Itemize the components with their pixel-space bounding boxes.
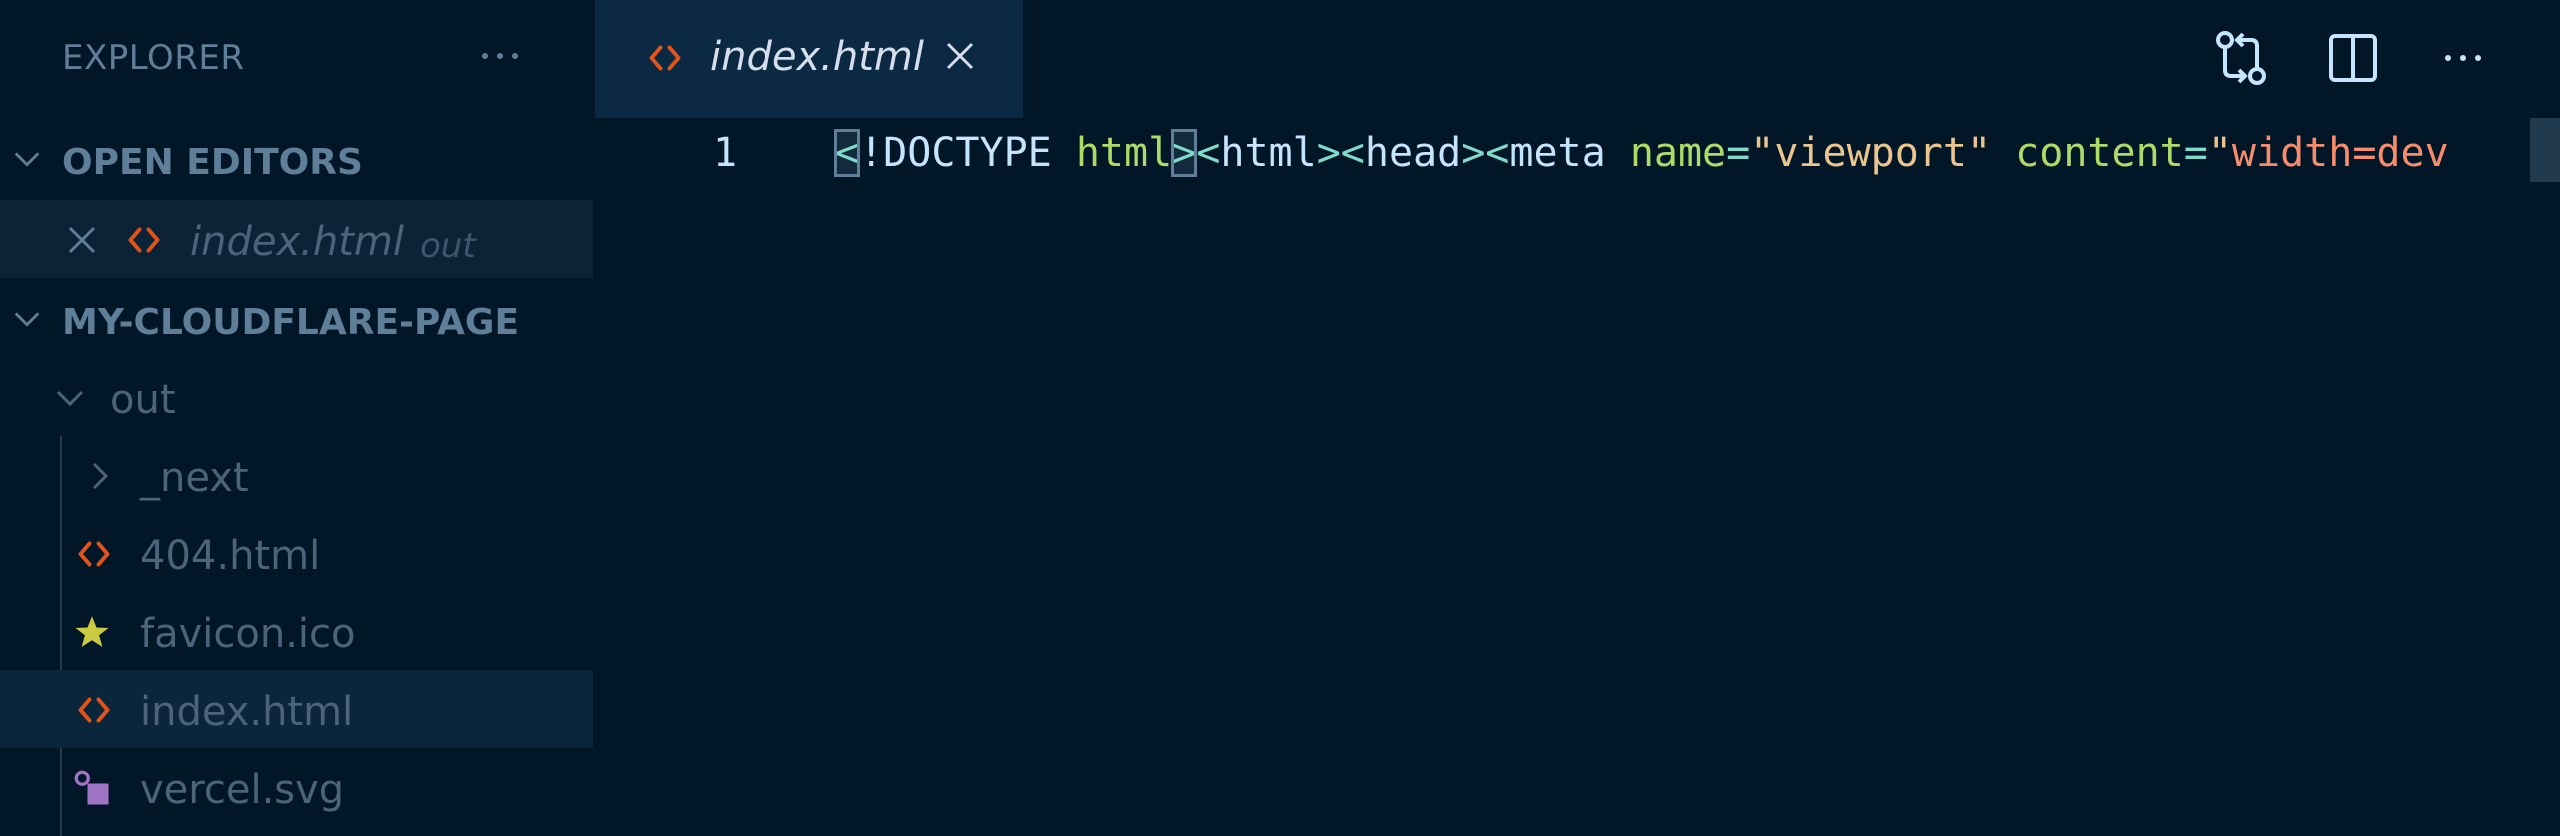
explorer-sidebar: EXPLORER OPEN EDITORS index.html out MY-… [0, 0, 593, 836]
ellipsis-icon[interactable] [2431, 26, 2495, 90]
code-token: > [1461, 130, 1486, 176]
tab-index-html[interactable]: index.html [595, 0, 1023, 118]
chevron-down-icon [14, 152, 40, 167]
code-token: name [1629, 130, 1727, 176]
open-editors-label: OPEN EDITORS [62, 142, 363, 183]
tree-item-label: vercel.svg [140, 767, 345, 813]
open-editor-description: out [420, 226, 476, 266]
project-label: MY-CLOUDFLARE-PAGE [62, 302, 520, 343]
close-icon[interactable] [942, 38, 978, 74]
tree-item-label: favicon.ico [140, 611, 356, 657]
code-line-1[interactable]: <!DOCTYPE html><html><head><meta name="v… [833, 129, 2449, 177]
explorer-title: EXPLORER [62, 38, 245, 78]
chevron-right-icon [92, 462, 109, 490]
tree-item-label: out [110, 377, 176, 423]
tree-item-next[interactable]: _next [0, 436, 593, 514]
git-compare-icon[interactable] [2209, 26, 2273, 90]
code-token: meta [1509, 130, 1606, 176]
chevron-down-icon [56, 390, 84, 407]
tree-item-out[interactable]: out [0, 358, 593, 436]
code-token: head [1364, 130, 1462, 176]
app-window: EXPLORER OPEN EDITORS index.html out MY-… [0, 0, 2560, 836]
tree-item-label: _next [140, 455, 249, 501]
code-token: = [2183, 130, 2208, 176]
open-editor-item[interactable]: index.html out [0, 200, 593, 278]
star-icon [75, 616, 109, 647]
code-token: < [1196, 130, 1221, 176]
scrollbar-thumb[interactable] [2530, 118, 2560, 182]
tree-item-favicon[interactable]: favicon.ico [0, 592, 593, 670]
svg-file-icon [74, 770, 109, 805]
html-file-icon [649, 45, 681, 71]
code-token: html [1220, 130, 1317, 176]
html-file-icon [78, 697, 110, 723]
split-editor-icon[interactable] [2321, 26, 2385, 90]
open-editor-label: index.html [190, 219, 404, 265]
html-file-icon [78, 541, 110, 567]
line-number: 1 [713, 130, 738, 176]
ellipsis-icon[interactable] [470, 36, 530, 76]
tree-item-index-html[interactable]: index.html [0, 670, 593, 748]
code-token: > [1171, 129, 1198, 177]
code-token: "viewport" [1750, 130, 1992, 176]
code-token: v [2424, 130, 2449, 176]
tree-item-vercel-svg[interactable]: vercel.svg [0, 748, 593, 826]
code-token: html [1075, 130, 1173, 176]
tab-label: index.html [710, 34, 924, 80]
code-token: < [1485, 130, 1510, 176]
tree-item-label: 404.html [140, 533, 321, 579]
code-token: = [1726, 130, 1751, 176]
code-token: < [1340, 130, 1365, 176]
explorer-header: EXPLORER [0, 0, 593, 116]
code-token: content [2015, 130, 2184, 176]
chevron-down-icon [14, 312, 40, 327]
code-token: " [2207, 130, 2232, 176]
code-token: !DOCTYPE [859, 130, 1052, 176]
editor-pane: index.html 1 <!DOCTYPE html><html><head>… [595, 0, 2560, 836]
code-editor[interactable]: 1 <!DOCTYPE html><html><head><meta name=… [595, 118, 2560, 836]
close-icon[interactable] [64, 222, 100, 258]
tree-item-label: index.html [140, 689, 354, 735]
code-token: > [1316, 130, 1341, 176]
code-token: width=de [2231, 130, 2425, 176]
code-token: < [833, 129, 861, 177]
open-editors-section-header[interactable]: OPEN EDITORS [0, 120, 593, 198]
tab-bar: index.html [595, 0, 2560, 118]
html-file-icon [128, 227, 160, 253]
project-section-header[interactable]: MY-CLOUDFLARE-PAGE [0, 280, 593, 358]
tree-item-404-html[interactable]: 404.html [0, 514, 593, 592]
